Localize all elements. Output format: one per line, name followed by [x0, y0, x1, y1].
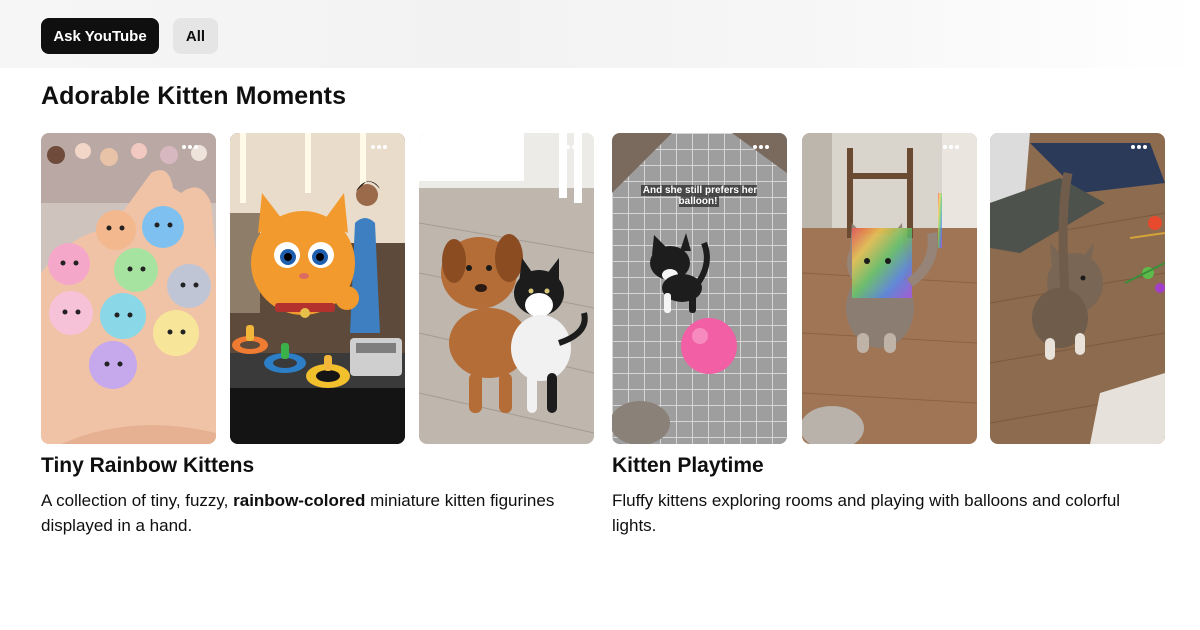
description-bold-text: rainbow-colored — [233, 491, 366, 510]
more-options-icon[interactable] — [753, 145, 769, 149]
short-thumbnail-rainbow-kittens[interactable] — [41, 133, 216, 444]
short-overlay-caption: And she still prefers her balloon! — [640, 185, 758, 207]
all-chip[interactable]: All — [173, 18, 218, 54]
group-description: A collection of tiny, fuzzy, rainbow-col… — [41, 488, 596, 538]
short-thumbnail-rainbow-light-kitten[interactable] — [802, 133, 977, 444]
more-options-icon[interactable] — [182, 145, 198, 149]
more-options-icon[interactable] — [1131, 145, 1147, 149]
more-options-icon[interactable] — [560, 145, 576, 149]
description-text: A collection of tiny, fuzzy, — [41, 491, 234, 510]
page: Ask YouTube All Adorable Kitten Moments — [0, 0, 1200, 630]
description-text: Fluffy kittens exploring rooms and playi… — [612, 491, 1121, 535]
short-thumbnail-cartoon-cat[interactable] — [230, 133, 405, 444]
more-options-icon[interactable] — [371, 145, 387, 149]
thumbnail-image — [612, 133, 787, 444]
group-description: Fluffy kittens exploring rooms and playi… — [612, 488, 1167, 538]
group-title-kitten-playtime[interactable]: Kitten Playtime — [612, 454, 764, 478]
short-thumbnail-puppy-kitten[interactable] — [419, 133, 594, 444]
group-title-tiny-rainbow-kittens[interactable]: Tiny Rainbow Kittens — [41, 454, 254, 478]
filter-bar: Ask YouTube All — [0, 0, 1200, 68]
more-options-icon[interactable] — [943, 145, 959, 149]
ask-youtube-chip[interactable]: Ask YouTube — [41, 18, 159, 54]
thumbnail-image — [990, 133, 1165, 444]
section-title: Adorable Kitten Moments — [41, 82, 347, 110]
thumbnail-image — [41, 133, 216, 444]
short-thumbnail-kitten-floor[interactable] — [990, 133, 1165, 444]
short-thumbnail-kitten-ball[interactable]: And she still prefers her balloon! — [612, 133, 787, 444]
thumbnail-image — [230, 133, 405, 444]
thumbnail-image — [802, 133, 977, 444]
thumbnail-image — [419, 133, 594, 444]
